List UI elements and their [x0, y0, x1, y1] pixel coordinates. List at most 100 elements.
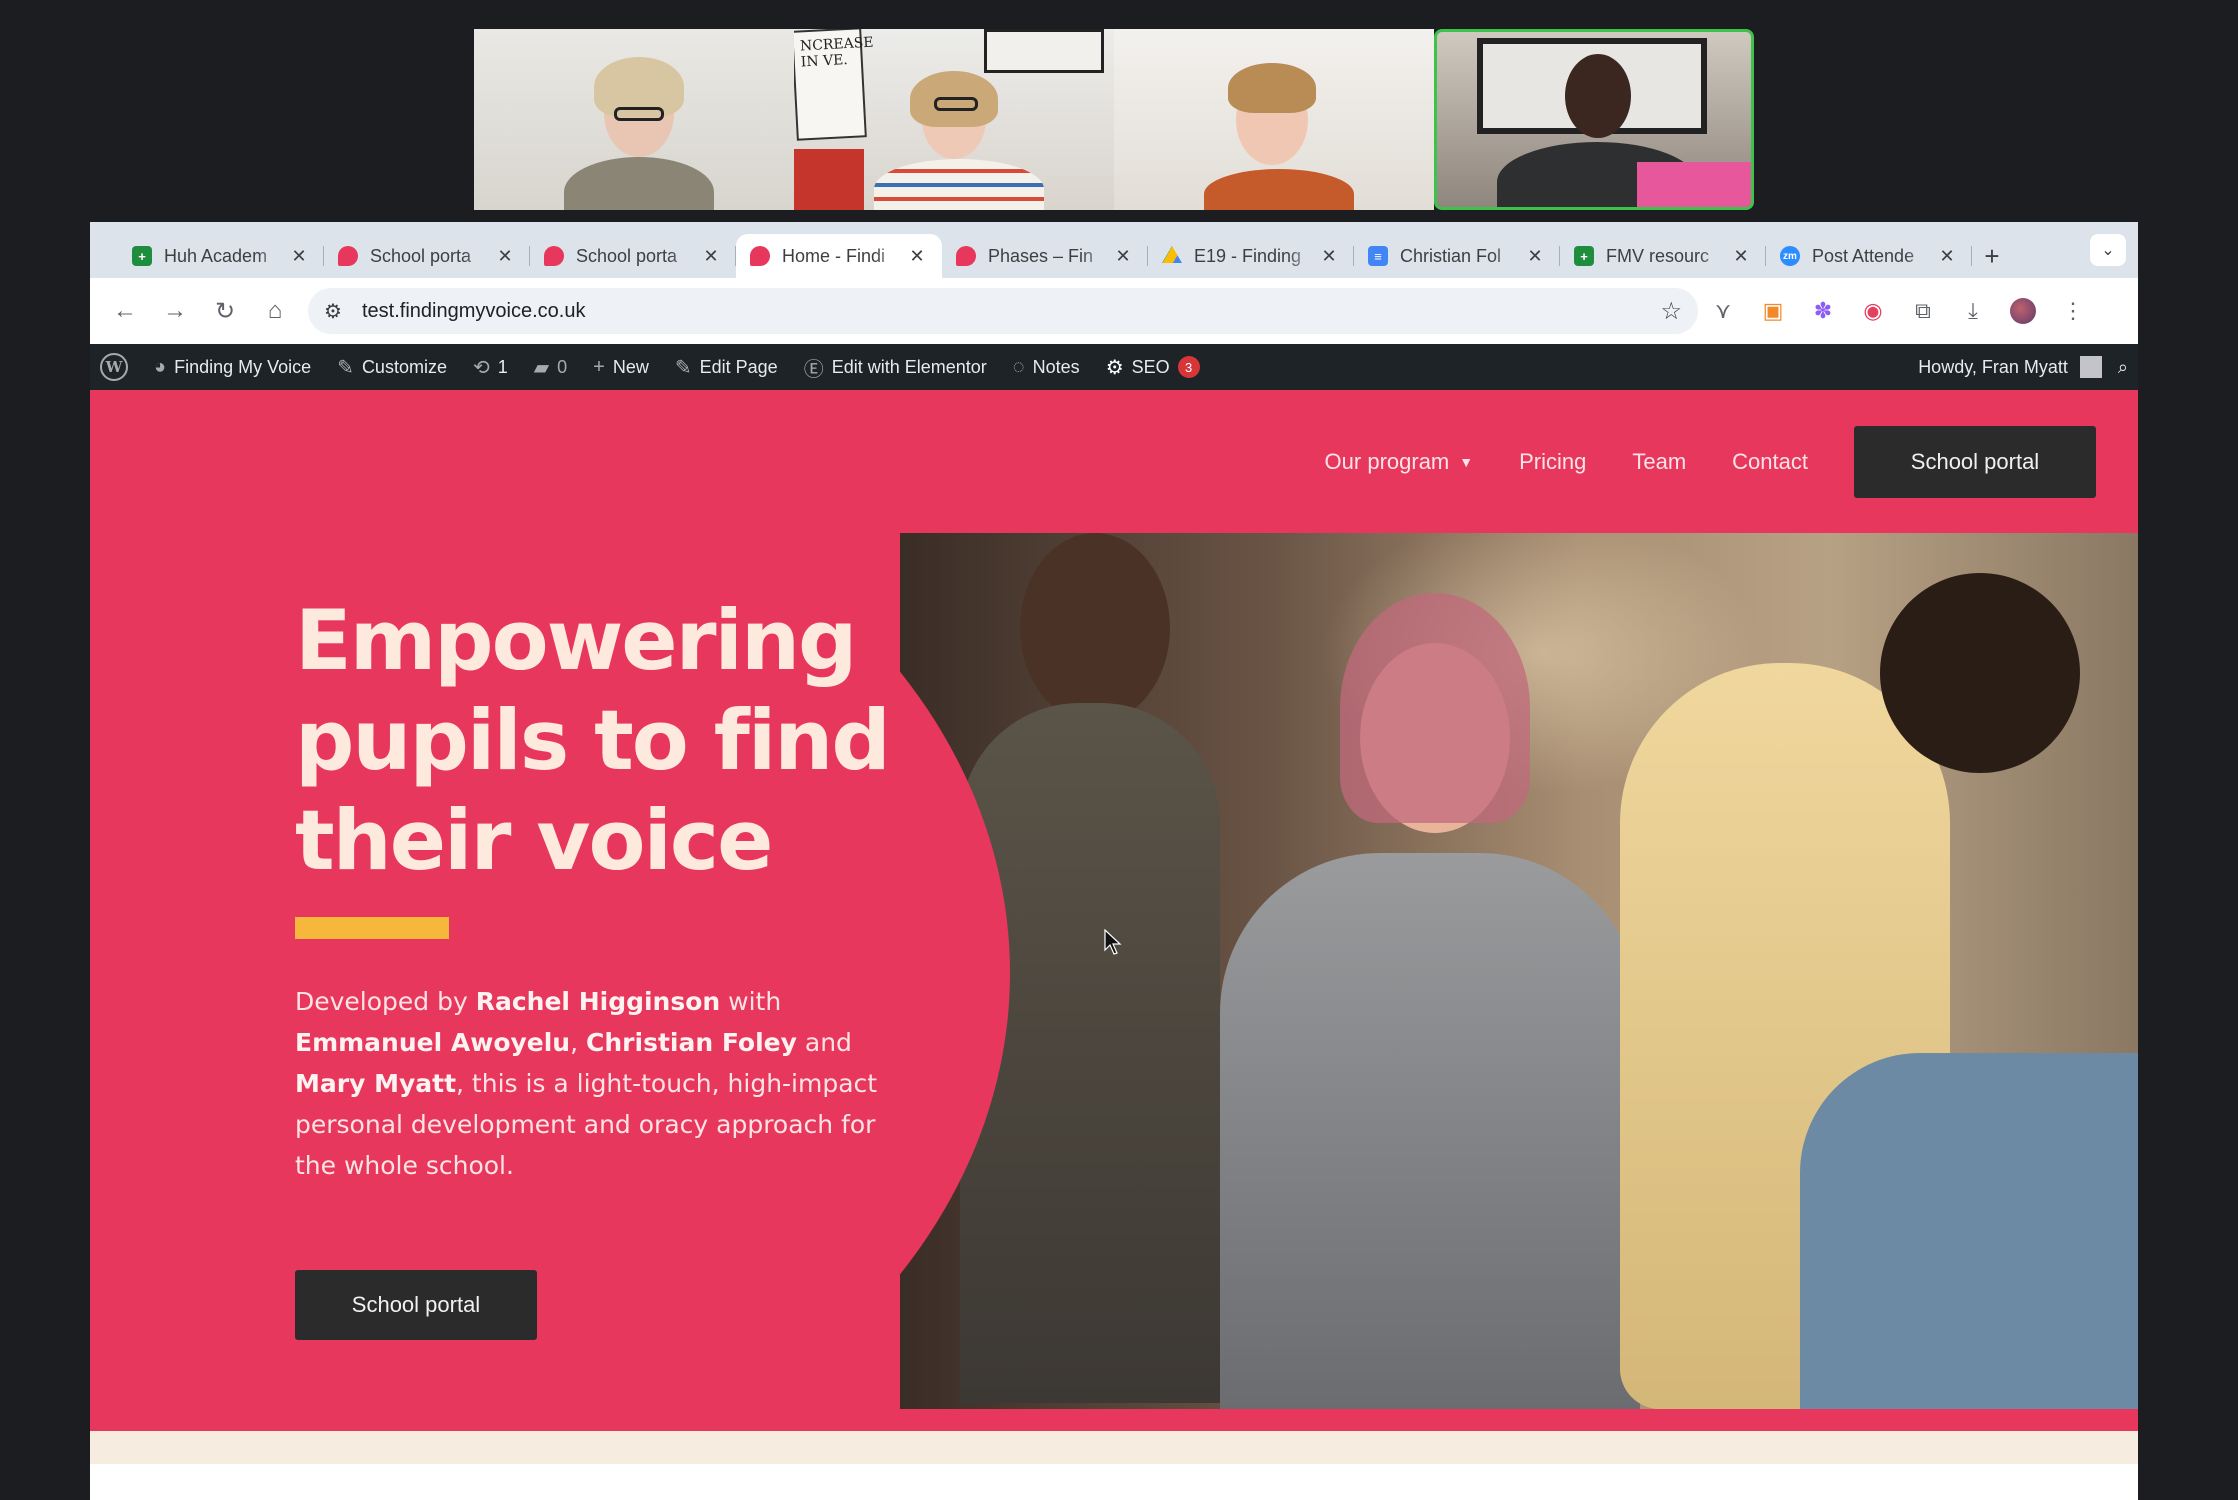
- customize-label: Customize: [361, 356, 447, 377]
- school-portal-button[interactable]: School portal: [1854, 425, 2096, 498]
- browser-menu-icon[interactable]: ⋮: [2048, 286, 2098, 336]
- comments-count: 0: [557, 356, 568, 377]
- home-icon[interactable]: ⌂: [250, 286, 300, 336]
- new-content-link[interactable]: + New: [593, 356, 649, 379]
- close-icon[interactable]: ✕: [1524, 246, 1546, 267]
- hero-title-line-1: Empowering: [295, 592, 857, 689]
- seo-link[interactable]: ⚙ SEO 3: [1106, 355, 1200, 380]
- search-icon[interactable]: ⌕: [2118, 357, 2128, 378]
- tab[interactable]: E19 - Finding ✕: [1148, 234, 1354, 278]
- nav-team[interactable]: Team: [1632, 449, 1686, 475]
- hero-photo-students: [900, 533, 2138, 1409]
- tab-title: Home - Findi: [782, 245, 886, 266]
- wordpress-logo-icon[interactable]: W: [100, 353, 128, 381]
- participant-video-2[interactable]: NCREASE IN VE.: [794, 29, 1114, 210]
- tab-title: E19 - Finding: [1194, 245, 1302, 266]
- forward-arrow-icon[interactable]: →: [150, 286, 200, 336]
- plus-icon: +: [593, 355, 605, 378]
- notes-label: Notes: [1032, 356, 1080, 377]
- site-icon: [956, 246, 976, 266]
- nav-pricing[interactable]: Pricing: [1519, 449, 1586, 475]
- close-icon[interactable]: ✕: [700, 246, 722, 267]
- download-icon[interactable]: ⤓: [1948, 286, 1998, 336]
- pencil-icon: ✎: [674, 356, 692, 379]
- nav-label: Our program: [1324, 448, 1450, 474]
- hero-school-portal-button[interactable]: School portal: [295, 1270, 537, 1340]
- close-icon[interactable]: ✕: [1318, 246, 1340, 267]
- site-info-icon[interactable]: ⚙: [324, 299, 354, 324]
- tab-title: FMV resourc: [1606, 245, 1710, 266]
- url-text[interactable]: test.findingmyvoice.co.uk: [362, 300, 1660, 323]
- tab[interactable]: ≡ Christian Fol ✕: [1354, 234, 1560, 278]
- new-tab-button[interactable]: +: [1972, 234, 2012, 278]
- tab[interactable]: + FMV resourc ✕: [1560, 234, 1766, 278]
- participant-video-4-active-speaker[interactable]: [1434, 29, 1754, 210]
- hero-section: Empowering pupils to find their voice De…: [90, 413, 2138, 1464]
- seo-label: SEO: [1131, 356, 1170, 377]
- hero-text-part: and: [796, 1028, 852, 1057]
- extension-icon-1[interactable]: ⋎: [1698, 286, 1748, 336]
- close-icon[interactable]: ✕: [494, 246, 516, 267]
- main-nav: Our program ▼ Pricing Team Contact School…: [1279, 425, 2096, 498]
- close-icon[interactable]: ✕: [1730, 246, 1752, 267]
- mouse-cursor-icon: [1104, 929, 1122, 955]
- author-name: Emmanuel Awoyelu: [295, 1028, 571, 1057]
- notes-link[interactable]: ◌ Notes: [1013, 356, 1080, 379]
- edit-page-link[interactable]: ✎ Edit Page: [675, 355, 778, 380]
- wp-admin-bar: W ◕ Finding My Voice ✎ Customize ⟲ 1 ▰ 0 + Ne…: [90, 344, 2138, 390]
- tab-title: Post Attende: [1812, 245, 1915, 266]
- close-icon[interactable]: ✕: [1112, 246, 1134, 267]
- zoom-icon: zm: [1780, 246, 1800, 266]
- extension-icon-2[interactable]: ▣: [1748, 286, 1798, 336]
- edit-elementor-link[interactable]: Ⓔ Edit with Elementor: [804, 353, 987, 382]
- extensions-puzzle-icon[interactable]: ⧉: [1898, 286, 1948, 336]
- browser-window: + Huh Academ ✕ School porta ✕ School por…: [90, 222, 2138, 1500]
- updates-link[interactable]: ⟲ 1: [473, 355, 508, 380]
- hero-title-line-2: pupils to find: [295, 692, 891, 789]
- edit-elementor-label: Edit with Elementor: [831, 356, 987, 377]
- tab-title: Huh Academ: [164, 245, 268, 266]
- sheets-icon: +: [132, 246, 152, 266]
- tab[interactable]: School porta ✕: [324, 234, 530, 278]
- site-name: Finding My Voice: [174, 356, 312, 377]
- close-icon[interactable]: ✕: [1936, 246, 1958, 267]
- tab[interactable]: School porta ✕: [530, 234, 736, 278]
- hero-title: Empowering pupils to find their voice: [295, 591, 955, 891]
- participant-video-3[interactable]: [1114, 29, 1434, 210]
- tab-search-dropdown-icon[interactable]: ⌄: [2090, 234, 2126, 266]
- brush-icon: ✎: [337, 356, 354, 379]
- elementor-icon: Ⓔ: [803, 358, 824, 381]
- tab[interactable]: zm Post Attende ✕: [1766, 234, 1972, 278]
- updates-icon: ⟲: [472, 356, 490, 379]
- address-bar[interactable]: ⚙ test.findingmyvoice.co.uk ☆: [308, 288, 1698, 334]
- hero-title-line-3: their voice: [295, 792, 773, 889]
- site-name-link[interactable]: ◕ Finding My Voice: [154, 356, 311, 379]
- customize-link[interactable]: ✎ Customize: [337, 355, 447, 380]
- new-label: New: [612, 356, 649, 377]
- author-name: Rachel Higginson: [475, 987, 721, 1016]
- back-arrow-icon[interactable]: ←: [100, 286, 150, 336]
- tab-active[interactable]: Home - Findi ✕: [736, 234, 942, 278]
- nav-contact[interactable]: Contact: [1732, 449, 1808, 475]
- nav-our-program[interactable]: Our program ▼: [1325, 449, 1474, 475]
- comment-icon: ▰: [533, 356, 550, 379]
- docs-icon: ≡: [1368, 246, 1388, 266]
- reload-icon[interactable]: ↻: [200, 286, 250, 336]
- extension-icon-3[interactable]: ✽: [1798, 286, 1848, 336]
- my-account-link[interactable]: Howdy, Fran Myatt: [1918, 356, 2102, 378]
- participant-video-1[interactable]: [474, 29, 794, 210]
- profile-avatar-icon[interactable]: [1998, 286, 2048, 336]
- hero-description: Developed by Rachel Higginson with Emman…: [295, 981, 915, 1186]
- hero-text-part: with: [720, 987, 782, 1016]
- tab[interactable]: + Huh Academ ✕: [118, 234, 324, 278]
- site-icon: [750, 246, 770, 266]
- close-icon[interactable]: ✕: [906, 246, 928, 267]
- seo-badge: 3: [1177, 356, 1200, 378]
- close-icon[interactable]: ✕: [288, 246, 310, 267]
- bookmark-star-icon[interactable]: ☆: [1660, 297, 1682, 326]
- tab-title: Phases – Fin: [988, 245, 1094, 266]
- comments-link[interactable]: ▰ 0: [534, 355, 567, 380]
- extension-icon-4[interactable]: ◉: [1848, 286, 1898, 336]
- tab[interactable]: Phases – Fin ✕: [942, 234, 1148, 278]
- title-underline-accent: [295, 917, 449, 939]
